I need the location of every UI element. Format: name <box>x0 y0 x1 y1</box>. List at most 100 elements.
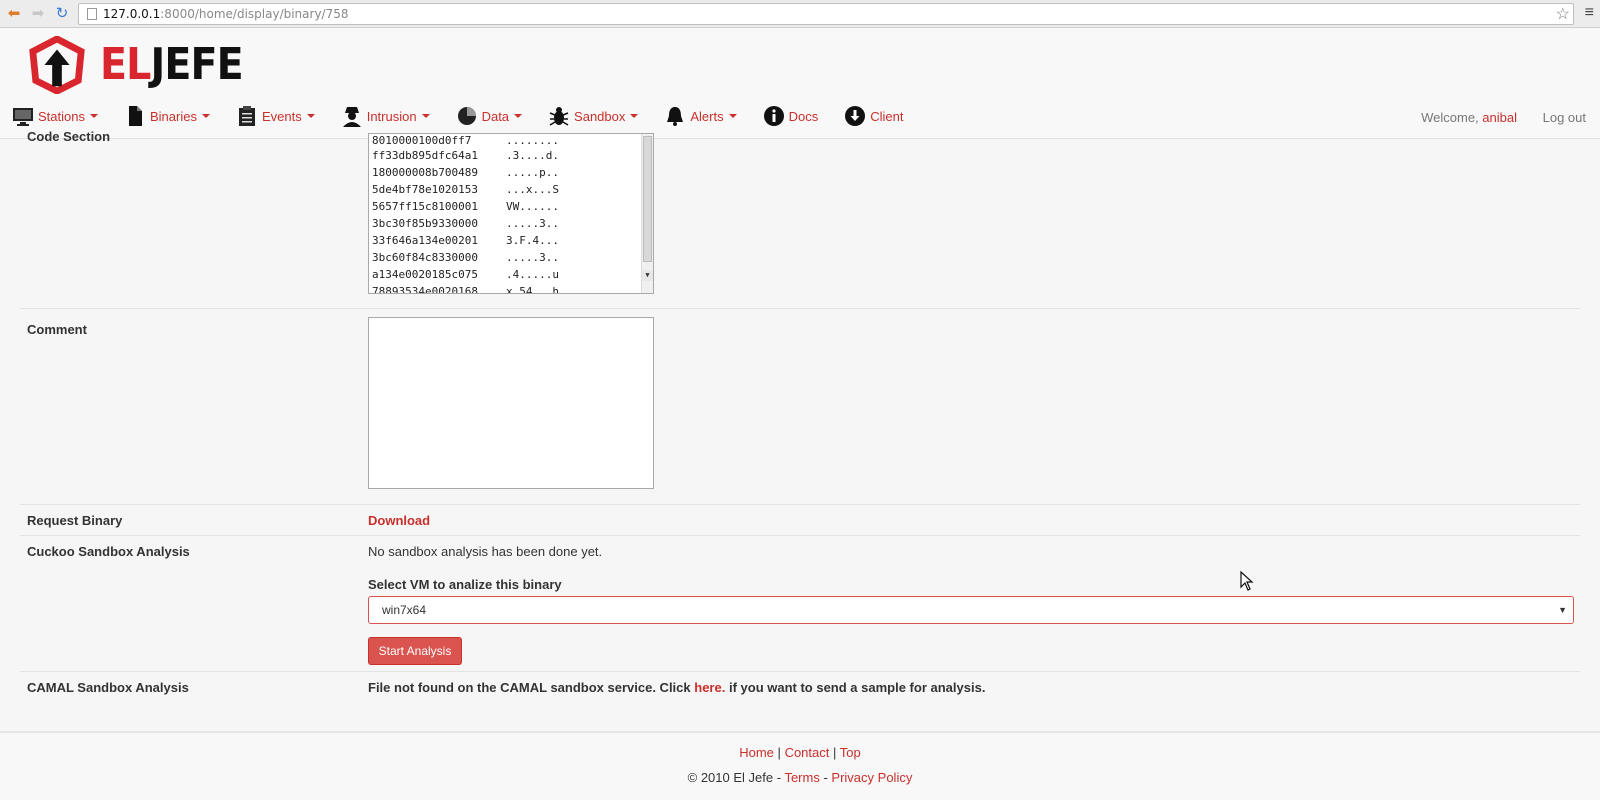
download-link[interactable]: Download <box>368 513 430 528</box>
caret-icon <box>421 114 430 118</box>
code-section-row: Code Section <box>20 127 1580 295</box>
nav-docs-label: Docs <box>788 108 819 124</box>
hex-line: 5de4bf78e1020153 ...x...S <box>372 183 559 196</box>
logo-text: ELJEFE <box>100 39 244 90</box>
browser-menu-icon[interactable]: ≡ <box>1585 4 1594 22</box>
camal-message: File not found on the CAMAL sandbox serv… <box>368 680 985 695</box>
footer-terms-link[interactable]: Terms <box>784 770 819 785</box>
main-navbar: Stations Binaries Events Intrusion Data … <box>12 102 929 130</box>
code-section-label: Code Section <box>27 129 111 144</box>
caret-icon <box>306 114 315 118</box>
caret-icon <box>89 114 98 118</box>
cuckoo-row: Cuckoo Sandbox Analysis No sandbox analy… <box>20 535 1580 671</box>
logout-link[interactable]: Log out <box>1543 110 1586 125</box>
binary-detail-table: Code Section 8010000100d0ff7........ ff3… <box>20 129 1580 731</box>
file-icon <box>128 106 142 126</box>
monitor-icon <box>13 108 33 126</box>
comment-label: Comment <box>27 322 87 337</box>
nav-binaries-label: Binaries <box>149 108 197 124</box>
browser-toolbar: ⬅ ➡ ↻ 127.0.0.1:8000/home/display/binary… <box>0 0 1600 28</box>
nav-events[interactable]: Events <box>236 105 315 127</box>
camal-text-before: File not found on the CAMAL sandbox serv… <box>368 680 691 695</box>
nav-docs[interactable]: Docs <box>763 105 819 127</box>
footer-copyright: © 2010 El Jefe - Terms - Privacy Policy <box>0 770 1600 785</box>
camal-row: CAMAL Sandbox Analysis File not found on… <box>20 671 1580 731</box>
nav-client[interactable]: Client <box>844 105 903 127</box>
forward-arrow-icon[interactable]: ➡ <box>29 5 47 23</box>
hex-line: a134e0020185c075.4.....u <box>372 268 559 281</box>
clipboard-icon <box>238 106 255 126</box>
caret-icon <box>630 114 639 118</box>
nav-stations[interactable]: Stations <box>12 105 98 127</box>
url-host: 127.0.0.1 <box>103 7 161 21</box>
download-circle-icon <box>845 106 866 126</box>
vm-selected-value: win7x64 <box>382 603 427 617</box>
footer-top-link[interactable]: Top <box>840 745 861 760</box>
copyright-text: © 2010 El Jefe - <box>687 770 782 785</box>
camal-here-link[interactable]: here. <box>694 680 725 695</box>
footer-links: Home | Contact | Top <box>0 745 1600 760</box>
bug-icon <box>549 107 569 126</box>
cuckoo-label: Cuckoo Sandbox Analysis <box>27 544 190 559</box>
caret-icon <box>201 114 210 118</box>
username-link[interactable]: anibal <box>1482 110 1517 125</box>
caret-icon <box>728 114 737 118</box>
spy-icon <box>342 107 361 127</box>
welcome-text: Welcome, <box>1421 110 1479 125</box>
textarea-scrollbar[interactable]: ▼ <box>641 134 653 293</box>
footer-contact-link[interactable]: Contact <box>785 745 830 760</box>
nav-alerts[interactable]: Alerts <box>664 105 737 127</box>
site-header: ELJEFE Stations Binaries Events Intrusio… <box>0 28 1600 139</box>
caret-icon <box>514 114 523 118</box>
info-icon <box>763 106 784 126</box>
nav-events-label: Events <box>261 108 302 124</box>
footer-separator: | <box>833 745 837 760</box>
reload-icon[interactable]: ↻ <box>53 5 71 23</box>
nav-data-label: Data <box>481 108 510 124</box>
bell-icon <box>667 107 684 126</box>
nav-client-label: Client <box>870 108 904 124</box>
hex-line: 3bc30f85b9330000 .....3.. <box>372 217 559 230</box>
comment-textarea[interactable] <box>368 317 654 489</box>
hex-line: 180000008b700489 .....p.. <box>372 166 559 179</box>
hex-line: ff33db895dfc64a1.3....d. <box>372 149 559 162</box>
nav-intrusion[interactable]: Intrusion <box>341 105 430 127</box>
footer-privacy-link[interactable]: Privacy Policy <box>831 770 912 785</box>
nav-sandbox[interactable]: Sandbox <box>548 105 639 127</box>
user-nav: Welcome, anibal Log out <box>1421 110 1586 125</box>
vm-select-label: Select VM to analize this binary <box>368 577 562 592</box>
hex-line: 33f646a134e00201 3.F.4... <box>372 234 559 247</box>
logo[interactable]: ELJEFE <box>28 36 259 94</box>
address-bar[interactable]: 127.0.0.1:8000/home/display/binary/758 <box>78 3 1574 25</box>
cuckoo-status: No sandbox analysis has been done yet. <box>368 544 603 559</box>
code-section-textarea[interactable]: 8010000100d0ff7........ ff33db895dfc64a1… <box>368 133 654 294</box>
nav-data[interactable]: Data <box>456 105 523 127</box>
hex-line: 5657ff15c8100001 VW...... <box>372 200 559 213</box>
nav-binaries[interactable]: Binaries <box>124 105 210 127</box>
nav-stations-label: Stations <box>38 108 85 124</box>
pie-chart-icon <box>457 107 476 125</box>
footer-dash: - <box>823 770 828 785</box>
logo-mark-icon <box>29 36 85 94</box>
hex-line: 78893534e0020168 x.54...h <box>372 285 559 294</box>
bookmark-star-icon[interactable]: ☆ <box>1556 4 1570 24</box>
hex-line: 8010000100d0ff7........ <box>372 134 559 147</box>
request-binary-label: Request Binary <box>27 513 123 528</box>
footer-home-link[interactable]: Home <box>739 745 774 760</box>
vm-select[interactable]: win7x64 ▼ <box>368 596 1574 624</box>
url-path: :8000/home/display/binary/758 <box>160 7 349 21</box>
scroll-down-arrow-icon[interactable]: ▼ <box>642 270 653 281</box>
start-analysis-button[interactable]: Start Analysis <box>368 637 462 665</box>
nav-alerts-label: Alerts <box>690 108 724 124</box>
chevron-down-icon: ▼ <box>1558 605 1567 615</box>
nav-sandbox-label: Sandbox <box>574 108 626 124</box>
footer-separator: | <box>777 745 781 760</box>
comment-row: Comment <box>20 308 1580 496</box>
hex-line: 3bc60f84c8330000 .....3.. <box>372 251 559 264</box>
back-arrow-icon[interactable]: ⬅ <box>5 5 23 23</box>
scroll-thumb[interactable] <box>643 136 652 262</box>
site-footer: Home | Contact | Top © 2010 El Jefe - Te… <box>0 731 1600 800</box>
page-icon <box>87 8 97 20</box>
request-binary-row: Request Binary Download <box>20 504 1580 535</box>
nav-intrusion-label: Intrusion <box>366 108 417 124</box>
